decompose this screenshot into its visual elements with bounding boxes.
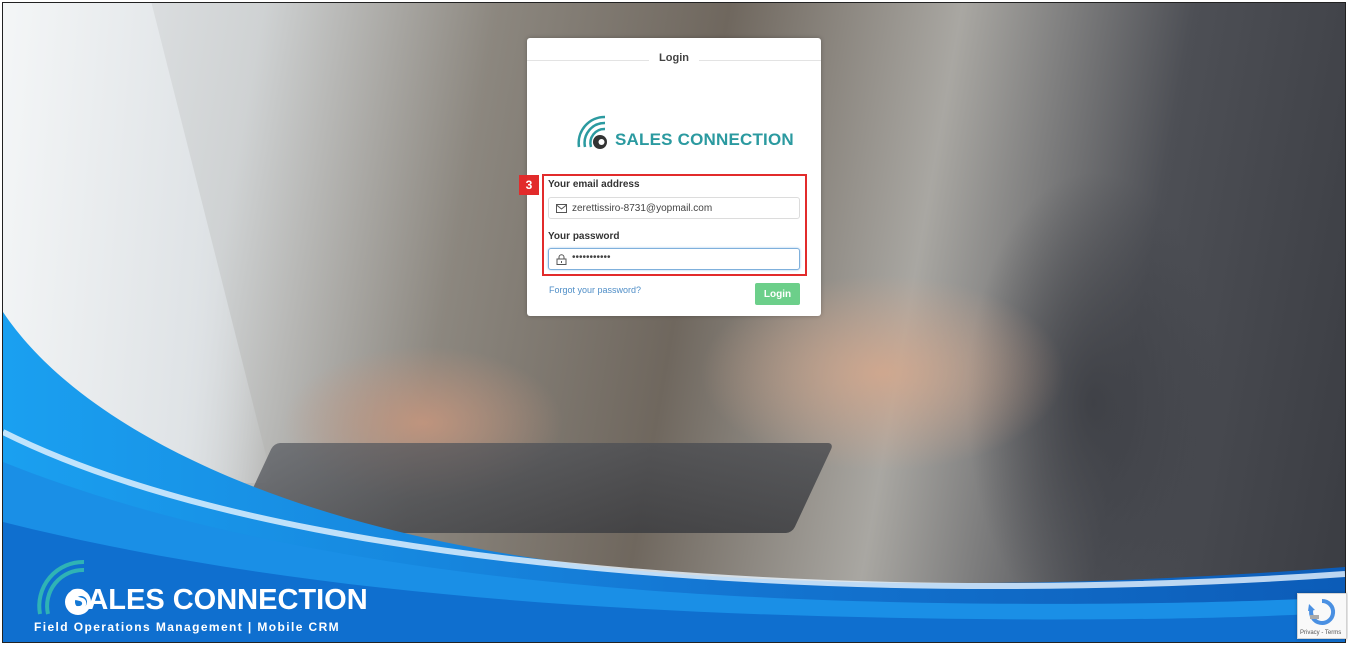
footer-brand-name: SALES CONNECTION [68, 584, 368, 616]
password-field[interactable]: ••••••••••• [548, 248, 800, 270]
card-title: Login [659, 52, 689, 64]
password-value: ••••••••••• [572, 252, 611, 263]
footer-brand: SALES CONNECTION Field Operations Manage… [34, 556, 394, 636]
forgot-password-link[interactable]: Forgot your password? [549, 285, 641, 295]
logo-text: SALES CONNECTION [615, 130, 794, 149]
lock-icon [556, 254, 567, 265]
email-field[interactable]: zerettissiro-8731@yopmail.com [548, 197, 800, 219]
footer-tagline: Field Operations Management | Mobile CRM [34, 620, 341, 634]
wifi-c-logo-icon [577, 115, 607, 149]
recaptcha-terms[interactable]: Privacy - Terms [1300, 630, 1341, 636]
card-header: Login [527, 52, 821, 66]
password-label: Your password [548, 231, 620, 242]
envelope-icon [556, 204, 567, 213]
email-label: Your email address [548, 179, 640, 190]
sales-connection-logo: SALES CONNECTION [575, 113, 794, 151]
email-value: zerettissiro-8731@yopmail.com [572, 203, 713, 214]
recaptcha-icon [1308, 598, 1336, 625]
login-button[interactable]: Login [755, 283, 800, 305]
step-badge: 3 [519, 175, 539, 195]
recaptcha-badge[interactable]: Privacy - Terms [1297, 593, 1347, 639]
